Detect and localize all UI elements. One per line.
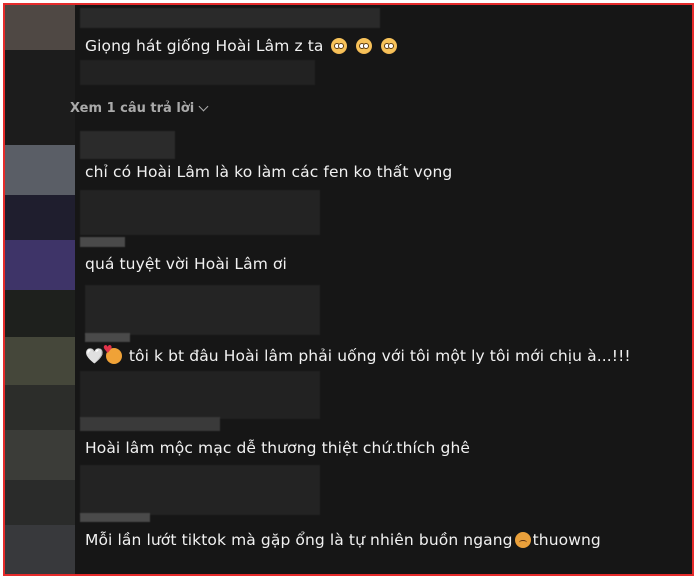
comment-body: tôi k bt đâu Hoài lâm phải uống với tôi … bbox=[128, 347, 631, 365]
censored-meta bbox=[80, 237, 125, 247]
chevron-down-icon bbox=[198, 101, 209, 112]
avatar[interactable] bbox=[5, 480, 75, 525]
flushed-face-icon bbox=[355, 38, 372, 54]
comment-text: 🤍 tôi k bt đâu Hoài lâm phải uống với tô… bbox=[85, 343, 631, 365]
comment-body: Giọng hát giống Hoài Lâm z ta bbox=[85, 37, 324, 55]
comment-body: Hoài lâm mộc mạc dễ thương thiệt chứ.thí… bbox=[85, 439, 471, 457]
censored-meta bbox=[80, 513, 150, 522]
comment-text: quá tuyệt vời Hoài Lâm ơi bbox=[85, 255, 287, 273]
smiling-face-with-hearts-icon bbox=[103, 343, 122, 364]
comment-text: Mỗi lần lướt tiktok mà gặp ổng là tự nhi… bbox=[85, 531, 601, 549]
avatar-column bbox=[5, 5, 75, 574]
censored-meta bbox=[80, 190, 320, 235]
avatar[interactable] bbox=[5, 337, 75, 385]
avatar[interactable] bbox=[5, 145, 75, 195]
comment-suffix: thuowng bbox=[532, 531, 601, 549]
flushed-face-icon bbox=[330, 38, 347, 54]
avatar[interactable] bbox=[5, 290, 75, 337]
censored-username bbox=[80, 131, 175, 159]
comment-text: Giọng hát giống Hoài Lâm z ta bbox=[85, 37, 399, 55]
comment-panel: Giọng hát giống Hoài Lâm z ta Xem 1 câu … bbox=[3, 3, 694, 576]
sad-face-icon bbox=[514, 532, 531, 548]
censored-username bbox=[80, 8, 380, 28]
comment-body: chỉ có Hoài Lâm là ko làm các fen ko thấ… bbox=[85, 163, 453, 181]
censored-username bbox=[80, 465, 320, 515]
censored-username bbox=[85, 285, 320, 335]
view-replies-label: Xem 1 câu trả lời bbox=[70, 101, 195, 116]
avatar[interactable] bbox=[5, 430, 75, 480]
censored-username bbox=[80, 371, 320, 419]
avatar[interactable] bbox=[5, 385, 75, 430]
flushed-face-icon bbox=[380, 38, 397, 54]
censored-meta bbox=[80, 60, 315, 85]
comment-text: chỉ có Hoài Lâm là ko làm các fen ko thấ… bbox=[85, 163, 452, 181]
avatar[interactable] bbox=[5, 240, 75, 290]
comment-body: Mỗi lần lướt tiktok mà gặp ổng là tự nhi… bbox=[85, 531, 513, 549]
white-heart-icon: 🤍 bbox=[85, 347, 104, 365]
censored-meta bbox=[80, 417, 220, 431]
comment-text: Hoài lâm mộc mạc dễ thương thiệt chứ.thí… bbox=[85, 439, 470, 457]
avatar[interactable] bbox=[5, 525, 75, 574]
view-replies-button[interactable]: Xem 1 câu trả lời bbox=[70, 101, 209, 116]
avatar-gap bbox=[5, 50, 75, 150]
avatar[interactable] bbox=[5, 5, 75, 50]
comment-body: quá tuyệt vời Hoài Lâm ơi bbox=[85, 255, 287, 273]
avatar[interactable] bbox=[5, 195, 75, 240]
censored-meta bbox=[85, 333, 130, 342]
